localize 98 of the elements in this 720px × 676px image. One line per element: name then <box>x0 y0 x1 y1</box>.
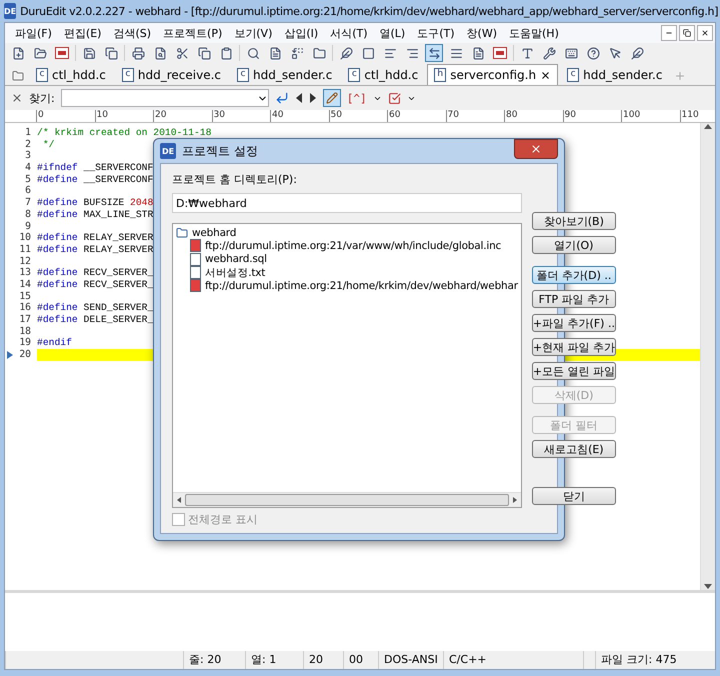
ruler-number: 20 <box>153 110 212 122</box>
ruler-number: 100 <box>621 110 680 122</box>
ruler-number: 40 <box>270 110 328 122</box>
dialog-button[interactable]: 찾아보기(B) <box>532 212 616 230</box>
ruler-number: 90 <box>562 110 621 122</box>
tree-item[interactable]: ftp://durumul.iptime.org:21/home/krkim/dev/webhard/webhar <box>176 279 518 292</box>
code-line: #define MAX_LINE_STR <box>37 208 154 220</box>
ruler-number: 0 <box>36 110 94 122</box>
close-icon <box>530 143 542 155</box>
ruler-number: 50 <box>328 110 387 122</box>
ruler-number: 80 <box>504 110 562 122</box>
status-cell: 열: 1 <box>245 651 303 669</box>
restore-icon <box>683 29 691 37</box>
file-type-icon: c <box>567 68 580 82</box>
file-type-icon: c <box>237 68 249 82</box>
find-label: 찾기: <box>29 90 55 106</box>
folder-icon <box>176 226 188 239</box>
file-type-icon: c <box>122 68 134 82</box>
scroll-left-icon[interactable] <box>177 497 181 503</box>
menu-item[interactable]: 프로젝트(P) <box>157 26 228 40</box>
code-line: #define DELE_SERVER_ <box>37 314 154 326</box>
tree-item[interactable]: webhard <box>176 226 518 240</box>
file-icon <box>190 252 201 266</box>
status-cell: 20 <box>303 651 343 669</box>
menu-item[interactable]: 보기(V) <box>228 26 278 40</box>
ruler-number: 70 <box>446 110 504 122</box>
regex-toggle[interactable]: [^] <box>346 92 367 104</box>
tab[interactable]: h serverconfig.h <box>427 64 558 85</box>
menu-item[interactable]: 창(W) <box>460 26 504 40</box>
dialog-button[interactable]: 열기(O) <box>532 236 616 254</box>
menu-item[interactable]: 파일(F) <box>9 26 58 40</box>
tree-item[interactable]: webhard.sql <box>176 252 518 266</box>
checkbox-icon[interactable] <box>388 92 401 104</box>
code-line: /* krkim created on 2010-11-18 <box>37 127 212 139</box>
file-type-icon: h <box>434 68 446 82</box>
code-line: */ <box>42 138 54 150</box>
dialog-button[interactable]: +파일 추가(F) .. <box>532 314 616 332</box>
status-cell: 파일 크기: 475 <box>595 651 720 669</box>
code-line: #define RELAY_SERVER <box>37 244 154 256</box>
code-line: #ifndef __SERVERCONF <box>37 162 154 174</box>
checkbox-label: 전체경로 표시 <box>188 512 258 527</box>
dialog-button[interactable]: 닫기 <box>532 487 616 505</box>
directory-label: 프로젝트 홈 디렉토리(P): <box>172 172 298 187</box>
status-cell: DOS-ANSI <box>378 651 443 669</box>
ruler-number: 60 <box>387 110 446 122</box>
scroll-right-icon[interactable] <box>512 497 517 503</box>
menu-item[interactable]: 도구(T) <box>411 26 461 40</box>
previous-icon[interactable] <box>294 93 303 103</box>
code-line: #define __SERVERCONF <box>37 174 154 186</box>
dialog-title: 프로젝트 설정 <box>182 142 259 160</box>
file-type-icon: c <box>348 68 360 82</box>
menu-item[interactable]: 열(L) <box>374 26 412 40</box>
app-logo-icon: DE <box>4 3 16 19</box>
app-logo-icon: DE <box>160 143 176 159</box>
ruler-number: 110 <box>680 110 720 122</box>
next-icon[interactable] <box>308 93 317 103</box>
ruler-number: 10 <box>94 110 153 122</box>
close-icon[interactable] <box>11 92 23 104</box>
status-cell: 줄: 20 <box>183 651 245 669</box>
dialog-button[interactable]: +현재 파일 추가 <box>532 338 616 356</box>
code-line: #define RECV_SERVER_ <box>37 267 154 279</box>
close-tab-icon[interactable] <box>540 70 552 80</box>
current-line-marker-icon <box>7 351 13 360</box>
dialog-button[interactable]: 새로고침(E) <box>532 440 616 458</box>
horizontal-scrollbar[interactable] <box>173 492 521 507</box>
code-line: #endif <box>37 337 72 350</box>
dialog-button[interactable]: FTP 파일 추가 <box>532 290 616 308</box>
code-line: #define RELAY_SERVER <box>37 232 154 244</box>
status-cell: 00 <box>343 651 378 669</box>
menu-item[interactable]: 편집(E) <box>58 26 108 40</box>
dialog-button[interactable]: 폴더 추가(D) .. <box>532 266 616 284</box>
line-number: 20 <box>5 349 37 361</box>
find-field[interactable] <box>60 89 269 107</box>
code-line: #define RECV_SERVER_ <box>37 278 154 291</box>
menu-item[interactable]: 삽입(I) <box>278 26 324 40</box>
ftp-file-icon <box>190 239 201 252</box>
directory-field[interactable]: D:₩webhard <box>172 193 522 213</box>
vertical-scrollbar[interactable] <box>700 123 715 590</box>
menu-item[interactable]: 도움말(H) <box>503 26 565 40</box>
file-icon <box>190 266 201 280</box>
menu-item[interactable]: 서식(T) <box>324 26 374 40</box>
ruler-number: 30 <box>212 110 270 122</box>
ftp-file-icon <box>190 279 201 292</box>
close-button[interactable] <box>697 25 713 41</box>
dialog-button[interactable]: +모든 열린 파일 <box>532 362 616 380</box>
enter-icon[interactable] <box>274 91 289 105</box>
close-icon <box>701 29 709 37</box>
code-line: #define SEND_SERVER_ <box>37 302 154 314</box>
restore-button[interactable] <box>679 25 695 41</box>
highlight-pencil-icon[interactable] <box>322 89 341 107</box>
tree-item[interactable]: 서버설정.txt <box>176 266 518 280</box>
close-button[interactable] <box>514 139 558 159</box>
tree-item[interactable]: ftp://durumul.iptime.org:21/var/www/wh/include/global.inc <box>176 239 518 253</box>
code-line: #define BUFSIZE 2048 <box>37 197 154 209</box>
window-title: DuruEdit v2.0.2.227 - webhard - [ftp://durumul.iptime.org:21/home/krkim/dev/webhard/webhard_app/webhard_server/serverconfig.h] <box>20 4 718 18</box>
file-type-icon: c <box>36 68 48 82</box>
status-cell: C/C++ <box>443 651 583 669</box>
menu-item[interactable]: 검색(S) <box>107 26 158 40</box>
